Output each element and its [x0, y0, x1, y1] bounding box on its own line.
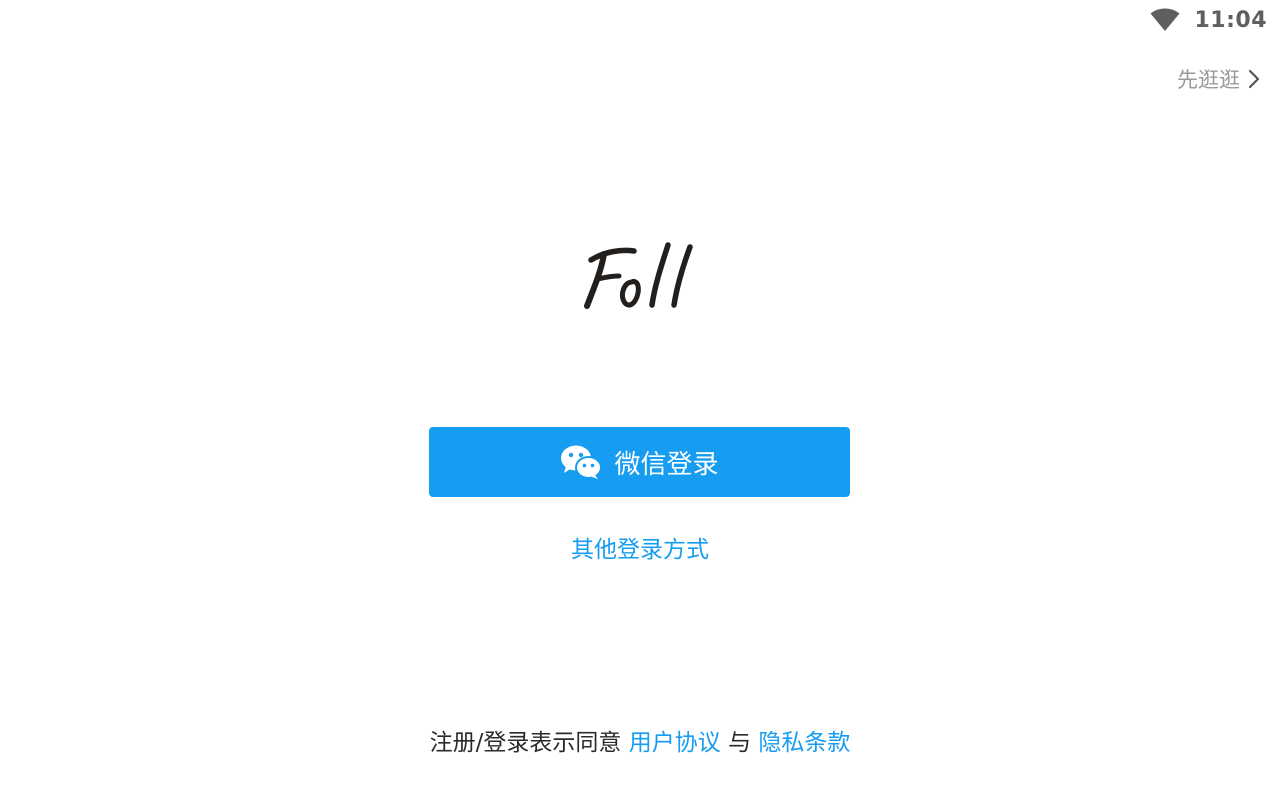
privacy-policy-link[interactable]: 隐私条款 — [758, 730, 850, 756]
user-agreement-link[interactable]: 用户协议 — [629, 730, 721, 756]
agreement-prefix: 注册/登录表示同意 — [429, 730, 622, 756]
wifi-icon — [1150, 8, 1180, 32]
app-logo — [582, 238, 698, 312]
agreement-conjunction: 与 — [728, 730, 752, 756]
wechat-login-label: 微信登录 — [614, 449, 719, 480]
login-screen: 11:04 先逛逛 微信登录 其他登录方式 注册/登录表示同意 用户协议 与 隐… — [0, 0, 1280, 800]
other-login-link[interactable]: 其他登录方式 — [571, 537, 709, 563]
skip-button[interactable]: 先逛逛 — [1177, 64, 1260, 94]
status-time: 11:04 — [1194, 7, 1267, 33]
agreement-text: 注册/登录表示同意 用户协议 与 隐私条款 — [0, 723, 1280, 757]
wechat-icon — [560, 444, 603, 480]
status-bar: 11:04 — [1150, 0, 1280, 40]
other-login-container: 其他登录方式 — [0, 530, 1280, 564]
wechat-login-button[interactable]: 微信登录 — [429, 427, 850, 497]
chevron-right-icon — [1248, 69, 1260, 89]
skip-label: 先逛逛 — [1177, 68, 1240, 92]
